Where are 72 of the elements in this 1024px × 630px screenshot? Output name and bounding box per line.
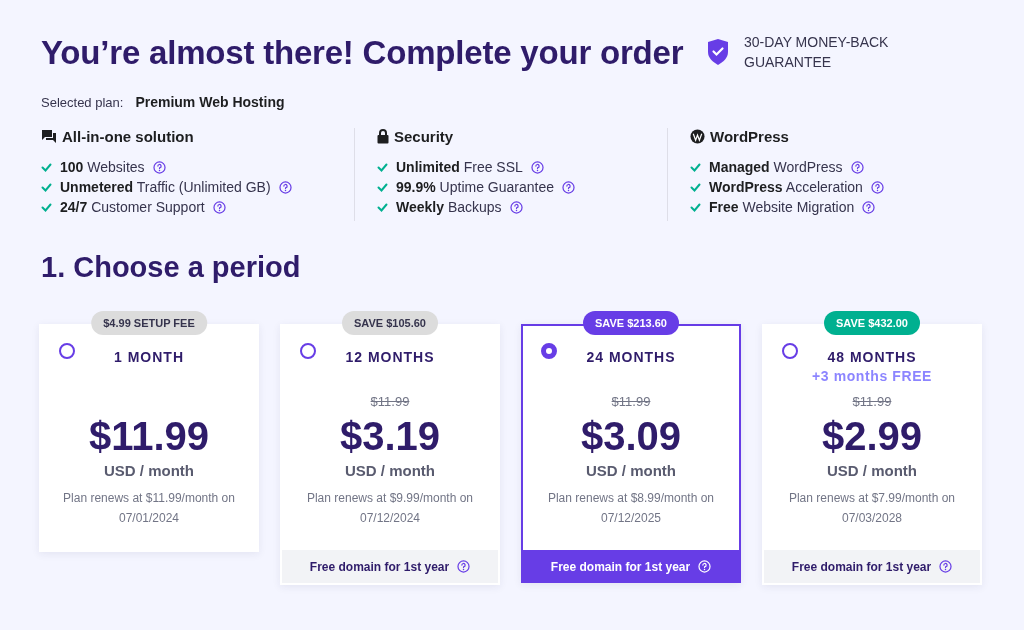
check-icon [690, 162, 701, 172]
period-name: 12 MONTHS [345, 348, 435, 366]
price: $3.09 [580, 413, 682, 460]
shield-check-icon [706, 38, 730, 66]
lock-icon [377, 129, 389, 144]
free-domain-text: Free domain for 1st year [550, 559, 691, 574]
check-icon [690, 202, 701, 212]
free-domain-text: Free domain for 1st year [791, 559, 932, 574]
check-icon [41, 182, 52, 192]
period-name: 24 MONTHS [586, 348, 676, 366]
old-price: $11.99 [370, 394, 410, 410]
selected-plan-name: Premium Web Hosting [135, 94, 285, 110]
renewal-note: Plan renews at $7.99/month on 07/03/2028 [787, 490, 957, 527]
help-icon[interactable] [939, 560, 953, 573]
price: $2.99 [821, 413, 923, 460]
help-icon[interactable] [152, 160, 166, 174]
section-title: 1. Choose a period [41, 251, 302, 284]
radio-button[interactable] [782, 343, 798, 359]
renewal-note: Plan renews at $11.99/month on 07/01/2024 [62, 490, 236, 527]
help-icon[interactable] [278, 180, 292, 194]
old-price: $11.99 [611, 394, 651, 410]
free-domain-text: Free domain for 1st year [309, 559, 450, 574]
period-name: 48 MONTHS [827, 348, 917, 366]
feature-text: Free Website Migration [709, 199, 855, 215]
radio-button[interactable] [59, 343, 75, 359]
check-icon [377, 202, 388, 212]
help-icon[interactable] [862, 200, 876, 214]
feature-text: Unmetered Traffic (Unlimited GB) [60, 179, 271, 195]
period-name: 1 MONTH [114, 348, 184, 366]
price-unit: USD / month [104, 462, 194, 480]
chat-icon [41, 129, 57, 144]
check-icon [377, 182, 388, 192]
price-unit: USD / month [345, 462, 435, 480]
price-unit: USD / month [586, 462, 676, 480]
feature-text: Managed WordPress [709, 159, 843, 175]
help-icon[interactable] [212, 200, 226, 214]
check-icon [377, 162, 388, 172]
wordpress-icon [690, 129, 705, 144]
period-badge: SAVE $432.00 [824, 311, 920, 335]
period-badge: SAVE $213.60 [583, 311, 679, 335]
price: $3.19 [339, 413, 441, 460]
help-icon[interactable] [530, 160, 544, 174]
help-icon[interactable] [870, 180, 884, 194]
check-icon [41, 202, 52, 212]
feature-group-title: All-in-one solution [62, 128, 194, 145]
feature-text: Weekly Backups [396, 199, 502, 215]
period-badge: $4.99 SETUP FEE [91, 311, 207, 335]
renewal-note: Plan renews at $8.99/month on 07/12/2025 [546, 490, 716, 527]
feature-text: 99.9% Uptime Guarantee [396, 179, 554, 195]
radio-button[interactable] [541, 343, 557, 359]
selected-plan-label: Selected plan: [41, 95, 124, 110]
help-icon[interactable] [509, 200, 523, 214]
radio-button[interactable] [300, 343, 316, 359]
check-icon [41, 162, 52, 172]
help-icon[interactable] [850, 160, 864, 174]
bonus-text: +3 months FREE [812, 367, 932, 386]
feature-text: 100 Websites [60, 159, 145, 175]
feature-text: WordPress Acceleration [709, 179, 863, 195]
price: $11.99 [88, 413, 210, 460]
period-badge: SAVE $105.60 [342, 311, 438, 335]
feature-group-title: WordPress [710, 128, 789, 145]
price-unit: USD / month [827, 462, 917, 480]
guarantee-text: 30-DAY MONEY-BACK GUARANTEE [744, 33, 890, 72]
feature-text: Unlimited Free SSL [396, 159, 523, 175]
help-icon[interactable] [562, 180, 575, 194]
renewal-note: Plan renews at $9.99/month on 07/12/2024 [305, 490, 475, 527]
check-icon [690, 182, 701, 192]
page-title: You’re almost there! Complete your order [41, 34, 684, 72]
feature-text: 24/7 Customer Support [60, 199, 205, 215]
help-icon[interactable] [457, 560, 471, 573]
old-price: $11.99 [852, 394, 892, 410]
feature-group-title: Security [394, 128, 454, 145]
